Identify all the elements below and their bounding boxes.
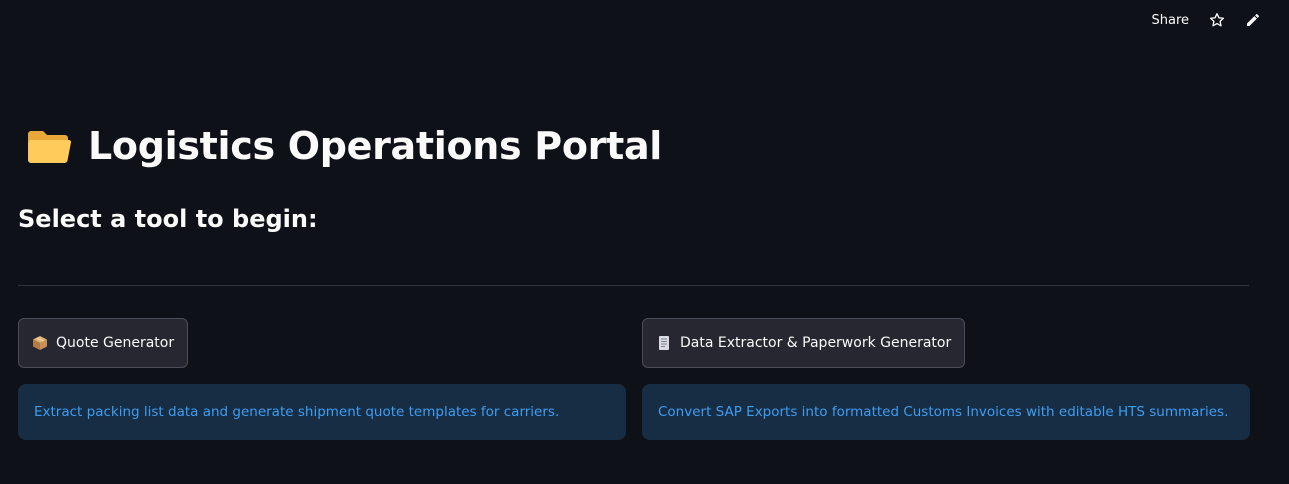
pencil-icon: [1247, 13, 1259, 26]
data-extractor-label: Data Extractor & Paperwork Generator: [680, 335, 952, 351]
tool-column-extractor: Data Extractor & Paperwork Generator Con…: [642, 318, 1250, 440]
quote-generator-info: Extract packing list data and generate s…: [18, 384, 626, 440]
page-subtitle: Select a tool to begin:: [18, 205, 318, 233]
tool-column-quote: Quote Generator Extract packing list dat…: [18, 318, 626, 440]
top-toolbar: Share: [0, 0, 1289, 40]
package-icon: [33, 336, 47, 350]
page-title-text: Logistics Operations Portal: [88, 124, 663, 168]
favorite-button[interactable]: [1199, 4, 1235, 36]
folder-icon: [28, 131, 72, 164]
page-title: Logistics Operations Portal: [26, 124, 662, 168]
edit-button[interactable]: [1235, 4, 1271, 36]
quote-generator-button[interactable]: Quote Generator: [18, 318, 189, 368]
star-icon: [1209, 13, 1225, 27]
document-icon: [659, 336, 669, 350]
data-extractor-info: Convert SAP Exports into formatted Custo…: [642, 384, 1250, 440]
divider: [18, 285, 1249, 286]
data-extractor-description: Convert SAP Exports into formatted Custo…: [658, 404, 1229, 420]
quote-generator-label: Quote Generator: [56, 335, 175, 351]
share-button[interactable]: Share: [1141, 7, 1199, 34]
data-extractor-button[interactable]: Data Extractor & Paperwork Generator: [642, 318, 966, 368]
quote-generator-description: Extract packing list data and generate s…: [34, 404, 560, 420]
